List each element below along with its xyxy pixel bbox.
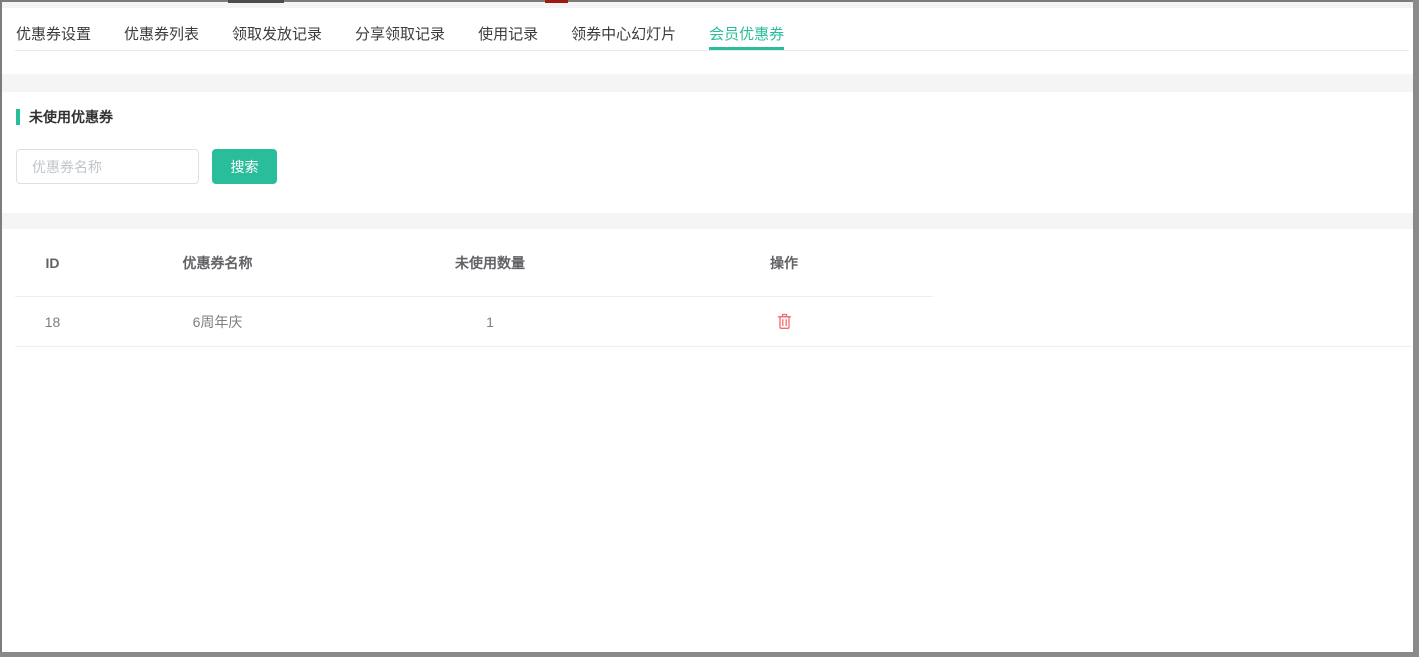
trash-icon — [777, 313, 792, 330]
column-header-action: 操作 — [635, 253, 933, 273]
unused-coupons-table: ID 优惠券名称 未使用数量 操作 18 6周年庆 1 — [15, 229, 933, 346]
column-header-id: ID — [15, 255, 90, 271]
cutoff-content-remnant — [228, 0, 284, 3]
coupon-name-input[interactable] — [16, 149, 199, 184]
tab-coupon-list[interactable]: 优惠券列表 — [124, 26, 199, 50]
search-button[interactable]: 搜索 — [212, 149, 277, 184]
member-coupon-page: 优惠券设置 优惠券列表 领取发放记录 分享领取记录 使用记录 领券中心幻灯片 会… — [0, 0, 1419, 657]
window-border — [0, 0, 2, 657]
section-title-text: 未使用优惠券 — [29, 107, 113, 127]
tab-coupon-center-slides[interactable]: 领券中心幻灯片 — [571, 26, 676, 50]
tab-member-coupons[interactable]: 会员优惠券 — [709, 26, 784, 50]
cell-action — [635, 311, 933, 333]
section-gap — [2, 213, 1413, 229]
column-header-name: 优惠券名称 — [90, 253, 345, 273]
section-gap — [2, 74, 1413, 92]
row-divider — [15, 346, 1412, 347]
tab-usage-records[interactable]: 使用记录 — [478, 26, 538, 50]
tab-list: 优惠券设置 优惠券列表 领取发放记录 分享领取记录 使用记录 领券中心幻灯片 会… — [2, 8, 1413, 50]
tabs-bar: 优惠券设置 优惠券列表 领取发放记录 分享领取记录 使用记录 领券中心幻灯片 会… — [2, 8, 1413, 74]
delete-button[interactable] — [775, 311, 794, 332]
cell-unused: 1 — [345, 314, 635, 330]
column-header-unused: 未使用数量 — [345, 253, 635, 273]
window-border — [0, 0, 1419, 2]
window-border — [0, 652, 1419, 657]
table-row: 18 6周年庆 1 — [15, 297, 933, 346]
tabs-divider — [15, 50, 1409, 51]
cell-name: 6周年庆 — [90, 312, 345, 332]
tab-coupon-settings[interactable]: 优惠券设置 — [16, 26, 91, 50]
cutoff-red-remnant — [545, 0, 568, 3]
cell-id: 18 — [15, 314, 90, 330]
tab-claim-issue-records[interactable]: 领取发放记录 — [232, 26, 322, 50]
title-accent-bar — [16, 109, 20, 125]
table-header-row: ID 优惠券名称 未使用数量 操作 — [15, 229, 933, 297]
tab-share-claim-records[interactable]: 分享领取记录 — [355, 26, 445, 50]
section-title: 未使用优惠券 — [16, 107, 113, 127]
window-border — [1413, 0, 1419, 657]
